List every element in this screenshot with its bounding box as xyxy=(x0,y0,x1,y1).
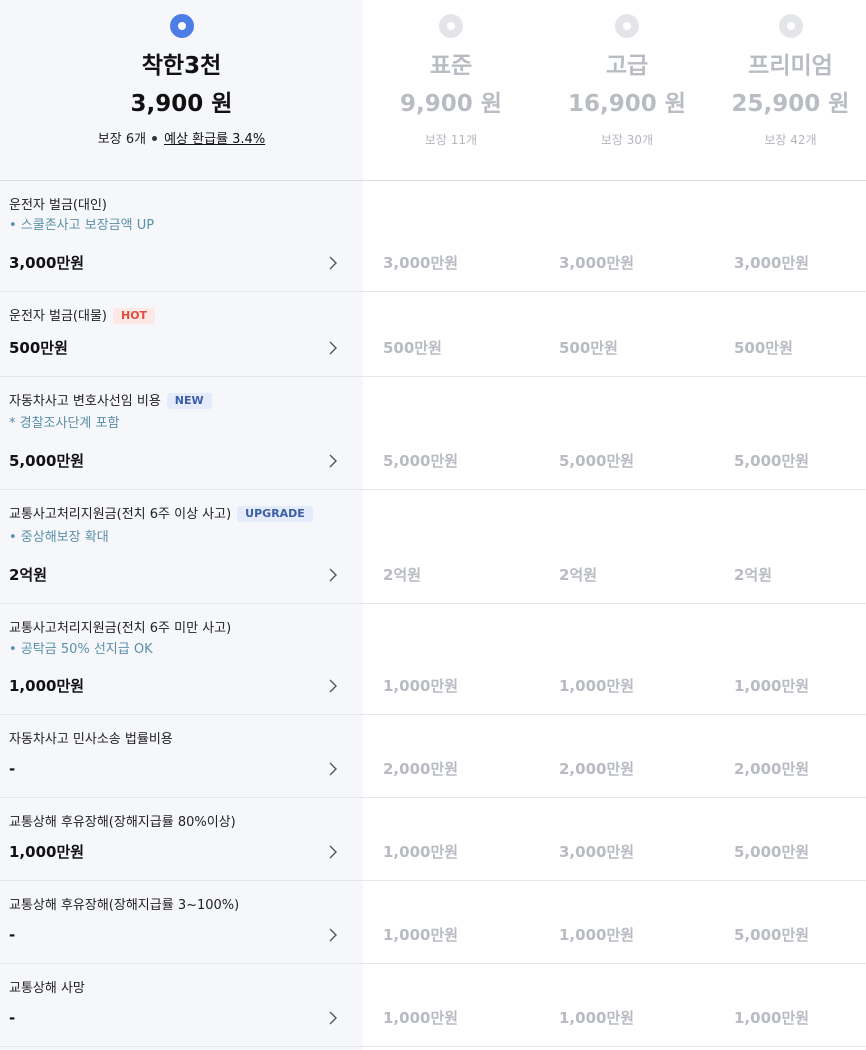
plan-coverage-count: 보장 11개 xyxy=(424,133,478,147)
coverage-amount-표준: 3,000만원 xyxy=(383,254,459,272)
chevron-right-icon[interactable] xyxy=(327,568,339,582)
coverage-amount-고급: 5,000만원 xyxy=(559,452,635,470)
coverage-amount-표준: 500만원 xyxy=(383,339,442,357)
coverage-title: 교통상해 사망 xyxy=(9,981,85,996)
chevron-right-icon[interactable] xyxy=(327,762,339,776)
coverage-amount-selected: - xyxy=(9,926,16,944)
coverage-amount-표준: 2억원 xyxy=(383,566,422,584)
coverage-amount-표준: 1,000만원 xyxy=(383,926,459,944)
coverage-amount-고급: 1,000만원 xyxy=(559,1009,635,1027)
plan-name: 고급 xyxy=(605,53,649,79)
coverage-amount-프리미엄: 2,000만원 xyxy=(734,760,810,778)
coverage-title-line: 운전자 벌금(대물) HOT xyxy=(9,308,156,326)
coverage-note: • 공탁금 50% 선지급 OK xyxy=(9,642,153,657)
chevron-right-icon[interactable] xyxy=(327,341,339,355)
plan-coverage-count: 보장 6개 xyxy=(97,132,147,147)
plan-option-표준[interactable]: 표준 9,900 원 보장 11개 xyxy=(363,0,539,180)
coverage-amount-프리미엄: 1,000만원 xyxy=(734,677,810,695)
coverage-row[interactable]: 자동차사고 변호사선임 비용 NEW * 경찰조사단계 포함 5,000만원 5,… xyxy=(0,377,866,490)
chevron-right-icon[interactable] xyxy=(327,1011,339,1025)
coverage-amount-selected: 1,000만원 xyxy=(9,843,85,861)
chevron-right-icon[interactable] xyxy=(327,256,339,270)
coverage-title: 자동차사고 민사소송 법률비용 xyxy=(9,732,173,747)
coverage-note: • 중상해보장 확대 xyxy=(9,530,109,545)
coverage-amount-selected: 500만원 xyxy=(9,339,68,357)
radio-selected-icon[interactable] xyxy=(169,14,194,38)
plan-price: 3,900 원 xyxy=(130,91,233,117)
coverage-row[interactable]: 교통사고처리지원금(전치 6주 미만 사고) • 공탁금 50% 선지급 OK … xyxy=(0,604,866,715)
coverage-row[interactable]: 운전자 벌금(대물) HOT 500만원 500만원 500만원 500만원 xyxy=(0,292,866,377)
plan-header: 착한3천 3,900 원 보장 6개 예상 환급률 3.4% 표준 9,900 원… xyxy=(0,0,866,181)
coverage-title: 교통사고처리지원금(전치 6주 이상 사고) xyxy=(9,507,232,522)
coverage-row[interactable]: 운전자 벌금(대인) • 스쿨존사고 보장금액 UP 3,000만원 3,000… xyxy=(0,181,866,292)
chevron-right-icon[interactable] xyxy=(327,845,339,859)
coverage-amount-프리미엄: 5,000만원 xyxy=(734,452,810,470)
plan-name: 프리미엄 xyxy=(748,53,833,79)
coverage-title-line: 교통사고처리지원금(전치 6주 이상 사고) UPGRADE xyxy=(9,506,313,524)
coverage-amount-표준: 2,000만원 xyxy=(383,760,459,778)
coverage-note: * 경찰조사단계 포함 xyxy=(9,416,120,431)
plan-name: 착한3천 xyxy=(141,53,222,79)
coverage-amount-고급: 3,000만원 xyxy=(559,843,635,861)
coverage-amount-프리미엄: 5,000만원 xyxy=(734,843,810,861)
plan-summary: 보장 6개 예상 환급률 3.4% xyxy=(0,130,363,150)
coverage-amount-표준: 5,000만원 xyxy=(383,452,459,470)
plan-option-착한3천[interactable]: 착한3천 3,900 원 보장 6개 예상 환급률 3.4% xyxy=(0,0,363,180)
coverage-note: • 스쿨존사고 보장금액 UP xyxy=(9,218,155,233)
coverage-amount-고급: 2,000만원 xyxy=(559,760,635,778)
coverage-amount-표준: 1,000만원 xyxy=(383,843,459,861)
coverage-amount-프리미엄: 1,000만원 xyxy=(734,1009,810,1027)
coverage-amount-selected: - xyxy=(9,760,16,778)
plan-price: 9,900 원 xyxy=(400,91,502,117)
coverage-amount-고급: 3,000만원 xyxy=(559,254,635,272)
coverage-title: 운전자 벌금(대인) xyxy=(9,198,107,213)
separator-dot-icon xyxy=(152,135,158,141)
coverage-amount-표준: 1,000만원 xyxy=(383,677,459,695)
chevron-right-icon[interactable] xyxy=(327,454,339,468)
coverage-amount-프리미엄: 5,000만원 xyxy=(734,926,810,944)
coverage-amount-고급: 500만원 xyxy=(559,339,618,357)
coverage-amount-프리미엄: 500만원 xyxy=(734,339,793,357)
plan-comparison: 착한3천 3,900 원 보장 6개 예상 환급률 3.4% 표준 9,900 원… xyxy=(0,0,866,1050)
plan-option-고급[interactable]: 고급 16,900 원 보장 30개 xyxy=(539,0,715,180)
coverage-row[interactable]: 교통사고처리지원금(전치 6주 이상 사고) UPGRADE • 중상해보장 확대… xyxy=(0,490,866,604)
plan-coverage-count: 보장 42개 xyxy=(764,133,817,147)
coverage-amount-고급: 1,000만원 xyxy=(559,677,635,695)
coverage-amount-selected: 3,000만원 xyxy=(9,254,85,272)
coverage-amount-고급: 1,000만원 xyxy=(559,926,635,944)
plan-coverage-count: 보장 30개 xyxy=(600,133,654,147)
plan-name: 표준 xyxy=(429,53,473,79)
coverage-row[interactable]: 교통상해 사망 - 1,000만원 1,000만원 1,000만원 xyxy=(0,964,866,1047)
plan-option-프리미엄[interactable]: 프리미엄 25,900 원 보장 42개 xyxy=(715,0,866,180)
coverage-amount-프리미엄: 3,000만원 xyxy=(734,254,810,272)
hot-badge: HOT xyxy=(113,308,156,324)
coverage-row[interactable]: 교통상해 후유장해(장해지급률 80%이상) 1,000만원 1,000만원 3… xyxy=(0,798,866,881)
radio-unselected-icon[interactable] xyxy=(615,14,639,38)
coverage-title-line: 자동차사고 변호사선임 비용 NEW xyxy=(9,393,212,411)
radio-unselected-icon[interactable] xyxy=(439,14,463,38)
refund-rate-link[interactable]: 예상 환급률 3.4% xyxy=(164,132,265,147)
plan-price: 25,900 원 xyxy=(731,91,850,117)
chevron-right-icon[interactable] xyxy=(327,679,339,693)
coverage-title: 교통사고처리지원금(전치 6주 미만 사고) xyxy=(9,621,232,636)
coverage-amount-selected: 1,000만원 xyxy=(9,677,85,695)
coverage-amount-표준: 1,000만원 xyxy=(383,1009,459,1027)
coverage-title: 자동차사고 변호사선임 비용 xyxy=(9,394,161,409)
chevron-right-icon[interactable] xyxy=(327,928,339,942)
new-badge: NEW xyxy=(166,393,212,409)
coverage-title: 교통상해 후유장해(장해지급률 3~100%) xyxy=(9,898,240,913)
coverage-amount-프리미엄: 2억원 xyxy=(734,566,773,584)
upgrade-badge: UPGRADE xyxy=(237,506,313,522)
coverage-title: 운전자 벌금(대물) xyxy=(9,309,107,324)
coverage-amount-selected: 5,000만원 xyxy=(9,452,85,470)
radio-unselected-icon[interactable] xyxy=(778,14,803,38)
coverage-amount-selected: - xyxy=(9,1009,16,1027)
plan-price: 16,900 원 xyxy=(568,91,686,117)
coverage-title: 교통상해 후유장해(장해지급률 80%이상) xyxy=(9,815,236,830)
coverage-row[interactable]: 자동차사고 민사소송 법률비용 - 2,000만원 2,000만원 2,000만… xyxy=(0,715,866,798)
coverage-amount-selected: 2억원 xyxy=(9,566,48,584)
coverage-row[interactable]: 교통상해 후유장해(장해지급률 3~100%) - 1,000만원 1,000만… xyxy=(0,881,866,964)
coverage-amount-고급: 2억원 xyxy=(559,566,598,584)
